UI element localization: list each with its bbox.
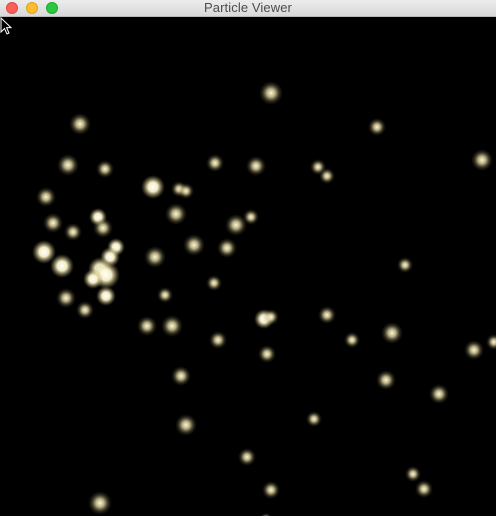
particle xyxy=(429,384,449,404)
particle xyxy=(36,187,56,207)
particle xyxy=(96,286,116,306)
particle xyxy=(144,246,166,268)
particle xyxy=(262,481,280,499)
arrow-cursor-icon xyxy=(0,17,12,35)
particle xyxy=(486,334,496,350)
particle-canvas[interactable] xyxy=(0,17,496,516)
particle xyxy=(217,238,237,258)
particle xyxy=(96,160,114,178)
particle xyxy=(57,154,79,176)
particle xyxy=(76,301,94,319)
particle xyxy=(464,340,484,360)
particle xyxy=(88,491,112,515)
particle xyxy=(318,306,336,324)
particle xyxy=(238,448,256,466)
particle xyxy=(397,257,413,273)
particle xyxy=(206,154,224,172)
particle xyxy=(258,345,276,363)
particle xyxy=(161,315,183,337)
particle xyxy=(376,370,396,390)
particle xyxy=(405,466,421,482)
particle xyxy=(56,288,76,308)
particle xyxy=(206,275,222,291)
particle xyxy=(225,214,247,236)
particle xyxy=(69,113,91,135)
particle xyxy=(415,480,433,498)
particle xyxy=(344,332,360,348)
particle xyxy=(381,322,403,344)
particle xyxy=(64,223,82,241)
particle xyxy=(171,366,191,386)
particle xyxy=(43,213,63,233)
particle xyxy=(93,218,113,238)
particle xyxy=(178,183,194,199)
particle xyxy=(83,269,103,289)
particle xyxy=(319,168,335,184)
particle xyxy=(183,234,205,256)
particle xyxy=(246,156,266,176)
particle xyxy=(368,118,386,136)
particle xyxy=(137,316,157,336)
particle xyxy=(306,411,322,427)
particle xyxy=(165,203,187,225)
particle xyxy=(263,309,279,325)
window-title: Particle Viewer xyxy=(204,0,292,15)
particle xyxy=(141,175,165,199)
particle-viewer-window: Particle Viewer xyxy=(0,0,496,516)
particle xyxy=(157,287,173,303)
particle xyxy=(175,414,197,436)
particles-layer xyxy=(32,81,496,516)
particle xyxy=(209,331,227,349)
particle xyxy=(471,149,493,171)
particle xyxy=(50,254,74,278)
particle xyxy=(259,81,283,105)
title-bar[interactable]: Particle Viewer xyxy=(0,0,496,17)
